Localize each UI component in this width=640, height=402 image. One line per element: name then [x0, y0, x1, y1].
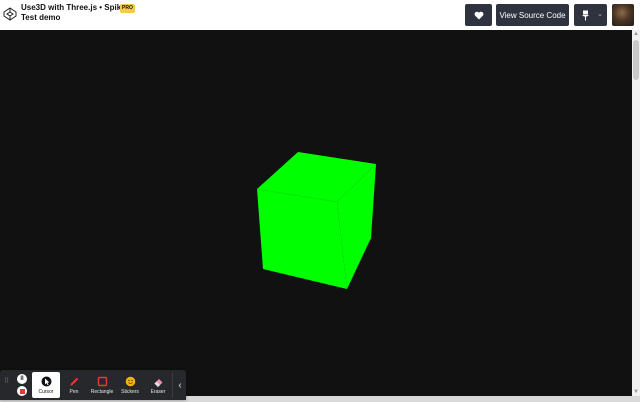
stickers-icon	[125, 376, 135, 387]
scroll-thumb[interactable]	[633, 40, 639, 80]
tool-cursor[interactable]: Cursor	[32, 372, 60, 398]
tool-label: Eraser	[150, 389, 166, 395]
codepen-logo-icon[interactable]	[3, 7, 17, 21]
stop-icon	[19, 388, 25, 394]
tool-rectangle[interactable]: Rectangle	[88, 372, 116, 398]
preview-canvas[interactable]	[0, 30, 632, 396]
eraser-icon	[154, 379, 162, 387]
heart-button[interactable]	[465, 4, 492, 26]
pen-title[interactable]: Use3D with Three.js • Spiking	[21, 3, 133, 12]
drag-handle-icon[interactable]: ⠿	[4, 378, 9, 385]
pen-author[interactable]: Test demo	[21, 13, 60, 22]
tool-label: Stickers	[121, 389, 139, 395]
tool-label: Cursor	[38, 389, 54, 395]
stop-button[interactable]	[17, 386, 27, 396]
scroll-down-arrow-icon[interactable]: ▼	[633, 389, 639, 395]
annotation-toolbar: ⠿ II Cursor Pen Rectangle Stickers Erase…	[0, 370, 186, 400]
pro-badge: PRO	[120, 4, 135, 13]
tool-label: Pen	[69, 389, 79, 395]
pin-button[interactable]: ⌄	[574, 4, 607, 26]
view-source-button[interactable]: View Source Code	[496, 4, 569, 26]
chevron-down-icon[interactable]: ⌄	[597, 10, 603, 18]
cursor-icon	[41, 376, 51, 387]
heart-icon	[474, 11, 483, 19]
tool-stickers[interactable]: Stickers	[116, 372, 144, 398]
scene-svg	[257, 152, 376, 289]
cube-front-face	[257, 189, 347, 289]
top-bar: Use3D with Three.js • Spiking Test demo …	[0, 0, 640, 30]
tool-eraser[interactable]: Eraser	[144, 372, 172, 398]
tool-pen[interactable]: Pen	[60, 372, 88, 398]
pin-icon	[582, 10, 589, 20]
tool-label: Rectangle	[90, 389, 114, 395]
avatar[interactable]	[612, 4, 634, 26]
pen-icon	[69, 377, 78, 386]
vertical-scrollbar[interactable]: ▲ ▼	[632, 30, 640, 396]
collapse-toolbar-button[interactable]: ‹	[172, 372, 187, 398]
pause-button[interactable]: II	[17, 374, 27, 384]
scroll-up-arrow-icon[interactable]: ▲	[633, 31, 639, 37]
rectangle-icon	[97, 376, 107, 387]
